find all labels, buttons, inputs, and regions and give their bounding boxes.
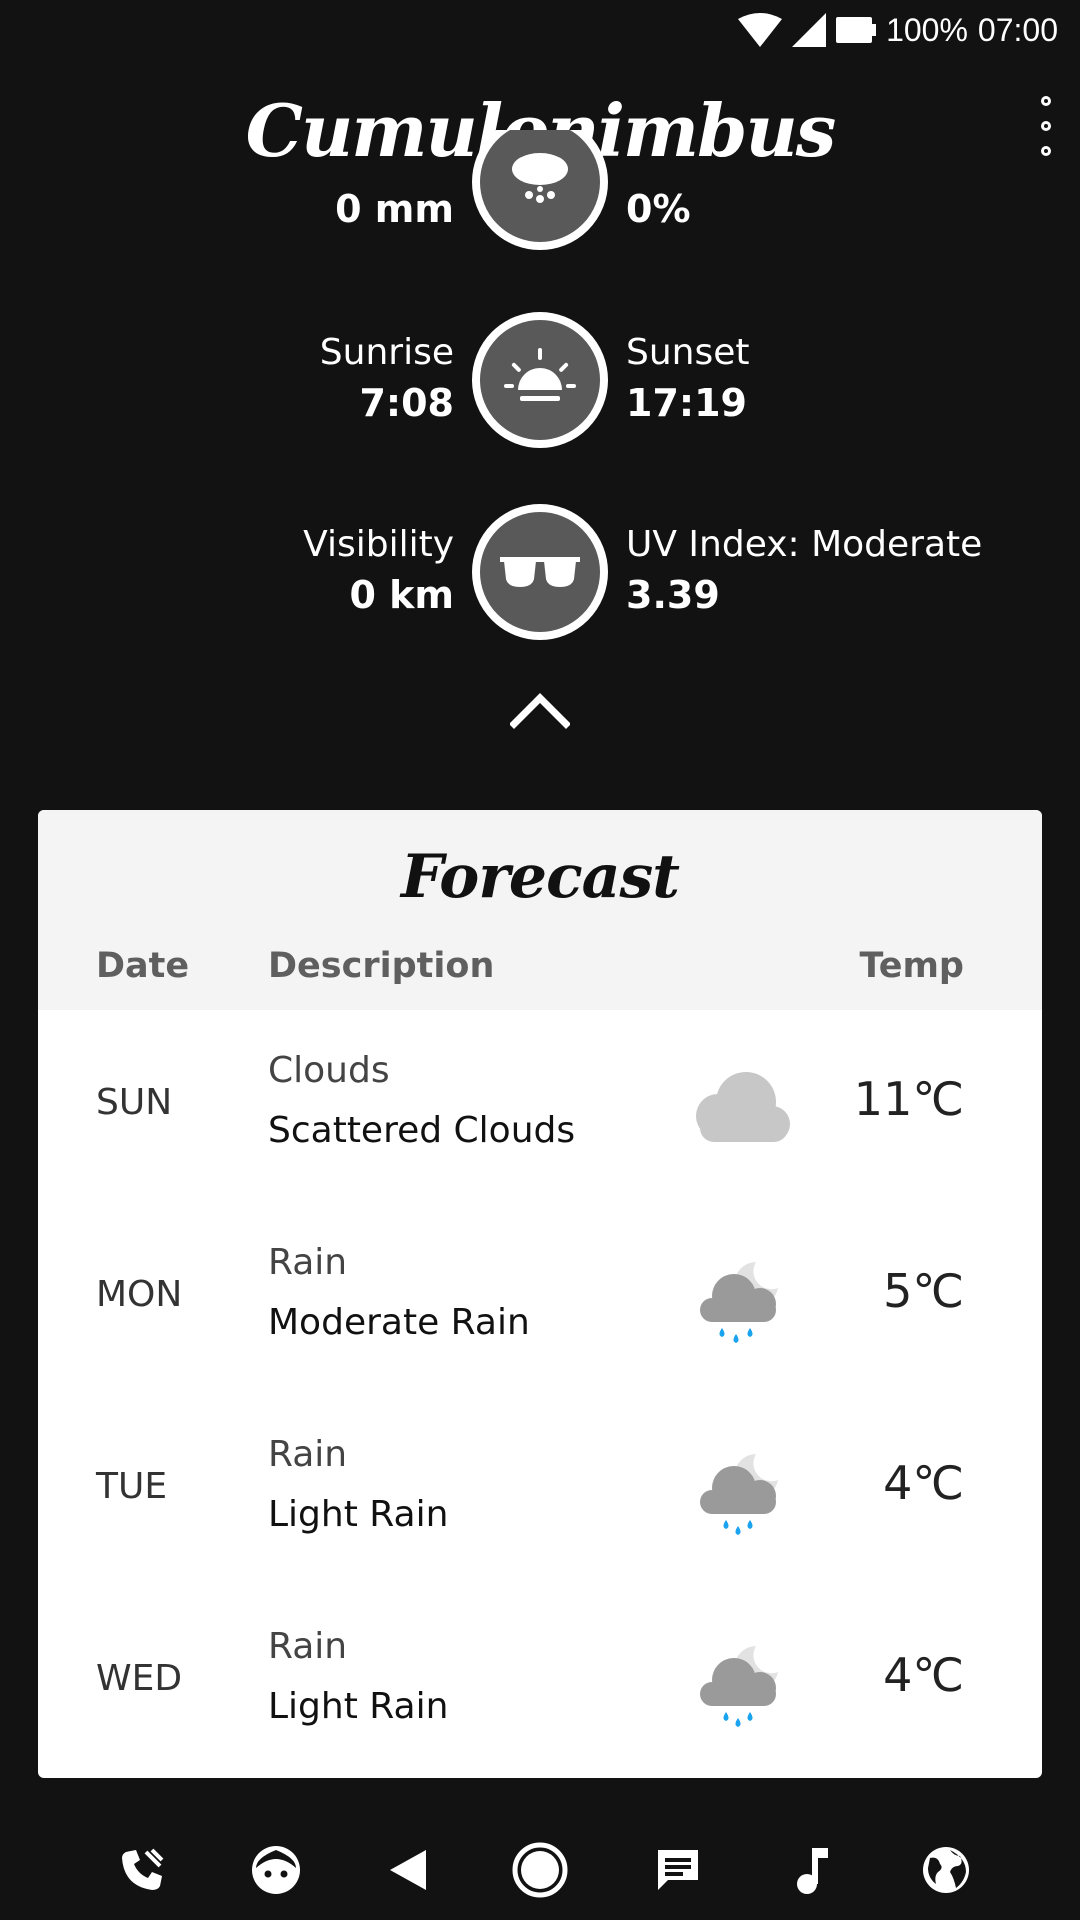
clock: 07:00 [977, 11, 1058, 48]
signal-icon [792, 13, 827, 47]
menu-dot-icon [1041, 96, 1051, 106]
battery-percent: 100% [886, 11, 968, 48]
phone-icon [122, 1848, 164, 1890]
forecast-temp: 4℃ [883, 1648, 964, 1702]
uv-block: UV Index: Moderate 3.39 [626, 520, 982, 620]
sunglasses-icon [472, 504, 608, 640]
precipitation-value: 0 mm [335, 187, 454, 231]
forecast-temp: 4℃ [883, 1456, 964, 1510]
forecast-row[interactable]: SUN Clouds Scattered Clouds 11℃ [38, 1010, 1042, 1202]
forecast-title: Forecast [400, 842, 680, 912]
music-icon [797, 1848, 828, 1894]
rain-night-icon [700, 1262, 778, 1343]
phone-button[interactable] [110, 1838, 174, 1902]
rain-cloud-icon [472, 130, 608, 250]
forecast-row[interactable]: WED Rain Light Rain 4℃ [38, 1586, 1042, 1778]
sunset-label: Sunset [626, 332, 750, 373]
forecast-day: TUE [96, 1466, 168, 1507]
messages-button[interactable] [646, 1838, 710, 1902]
visibility-value: 0 km [349, 573, 454, 617]
visibility-label: Visibility [303, 524, 454, 565]
uv-index-value: 3.39 [626, 573, 720, 617]
collapse-button[interactable] [509, 690, 571, 730]
forecast-temp: 11℃ [853, 1072, 964, 1126]
precipitation-amount: 0 mm [335, 184, 454, 234]
forecast-day: WED [96, 1658, 183, 1699]
wifi-icon [738, 13, 783, 47]
forecast-main: Rain [268, 1242, 348, 1283]
browser-button[interactable] [914, 1838, 978, 1902]
detail-row-visibility-uv: Visibility 0 km UV Index: Moderate 3.39 [0, 502, 1080, 642]
back-button[interactable] [376, 1838, 440, 1902]
music-button[interactable] [780, 1838, 844, 1902]
status-bar: 100% 07:00 [0, 0, 1080, 58]
sunrise-value: 7:08 [359, 381, 454, 425]
home-icon [512, 1842, 568, 1898]
sunrise-label: Sunrise [319, 332, 454, 373]
uv-index-label: UV Index: Moderate [626, 524, 983, 565]
forecast-row[interactable]: TUE Rain Light Rain 4℃ [38, 1394, 1042, 1586]
forecast-temp: 5℃ [883, 1264, 964, 1318]
forecast-main: Clouds [268, 1050, 390, 1091]
forecast-header: Forecast Date Description Temp [38, 810, 1042, 1010]
precipitation-chance-value: 0% [626, 187, 691, 231]
forecast-main: Rain [268, 1434, 348, 1475]
home-button[interactable] [508, 1838, 572, 1902]
globe-icon [923, 1847, 969, 1893]
sunset-block: Sunset 17:19 [626, 328, 750, 428]
precipitation-chance: 0% [626, 184, 691, 234]
sunrise-block: Sunrise 7:08 [320, 328, 454, 428]
bottom-nav [0, 1820, 1080, 1920]
column-header-description: Description [268, 946, 495, 986]
forecast-main: Rain [268, 1626, 348, 1667]
detail-row-precipitation: 0 mm 0% [0, 130, 1080, 260]
rain-night-icon [700, 1454, 778, 1535]
back-icon [390, 1850, 426, 1890]
forecast-description: Moderate Rain [268, 1302, 530, 1343]
detail-row-sun: Sunrise 7:08 Sunset 17:19 [0, 310, 1080, 450]
face-icon [252, 1846, 300, 1894]
cloud-icon [696, 1072, 790, 1142]
forecast-row[interactable]: MON Rain Moderate Rain 5℃ [38, 1202, 1042, 1394]
chevron-up-icon [509, 693, 571, 729]
forecast-description: Scattered Clouds [268, 1110, 576, 1151]
message-icon [658, 1850, 698, 1890]
visibility-block: Visibility 0 km [303, 520, 454, 620]
column-header-date: Date [96, 946, 190, 986]
forecast-description: Light Rain [268, 1494, 449, 1535]
sunrise-icon [472, 312, 608, 448]
forecast-description: Light Rain [268, 1686, 449, 1727]
forecast-day: MON [96, 1274, 183, 1315]
forecast-card: Forecast Date Description Temp SUN Cloud… [38, 810, 1042, 1778]
sunset-value: 17:19 [626, 381, 747, 425]
battery-icon [836, 17, 877, 43]
contacts-button[interactable] [244, 1838, 308, 1902]
column-header-temp: Temp [859, 946, 965, 986]
rain-night-icon [700, 1646, 778, 1727]
forecast-day: SUN [96, 1082, 173, 1123]
